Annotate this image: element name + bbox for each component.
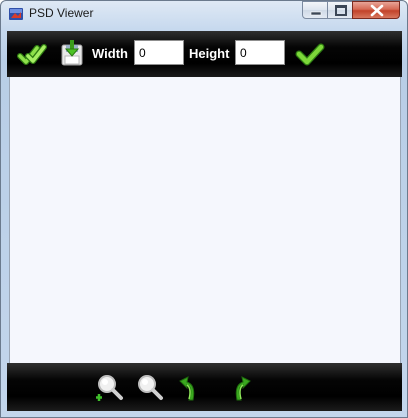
rotate-left-icon[interactable] <box>179 372 209 402</box>
maximize-icon <box>335 5 347 16</box>
app-icon <box>9 8 23 20</box>
maximize-button[interactable] <box>327 1 353 19</box>
image-canvas[interactable] <box>9 77 401 363</box>
top-toolbar: Width Height <box>7 31 402 77</box>
minimize-icon <box>310 11 322 16</box>
window-title: PSD Viewer <box>29 6 94 20</box>
app-window: PSD Viewer Width 0 Height 0 <box>0 0 408 418</box>
close-icon <box>370 4 384 17</box>
checkmark-icon[interactable] <box>295 39 325 69</box>
width-label: Width <box>92 46 128 61</box>
rotate-right-icon[interactable] <box>221 372 251 402</box>
close-button[interactable] <box>352 1 400 19</box>
zoom-out-icon[interactable] <box>135 372 165 402</box>
save-download-icon[interactable] <box>57 39 87 69</box>
width-input[interactable] <box>134 40 184 65</box>
double-checkmark-icon[interactable] <box>17 39 47 69</box>
height-label: Height <box>189 46 230 61</box>
bottom-toolbar <box>7 363 402 411</box>
height-input[interactable] <box>235 40 285 65</box>
minimize-button[interactable] <box>302 1 328 19</box>
title-bar[interactable]: PSD Viewer <box>1 1 407 27</box>
zoom-in-icon[interactable] <box>95 372 125 402</box>
